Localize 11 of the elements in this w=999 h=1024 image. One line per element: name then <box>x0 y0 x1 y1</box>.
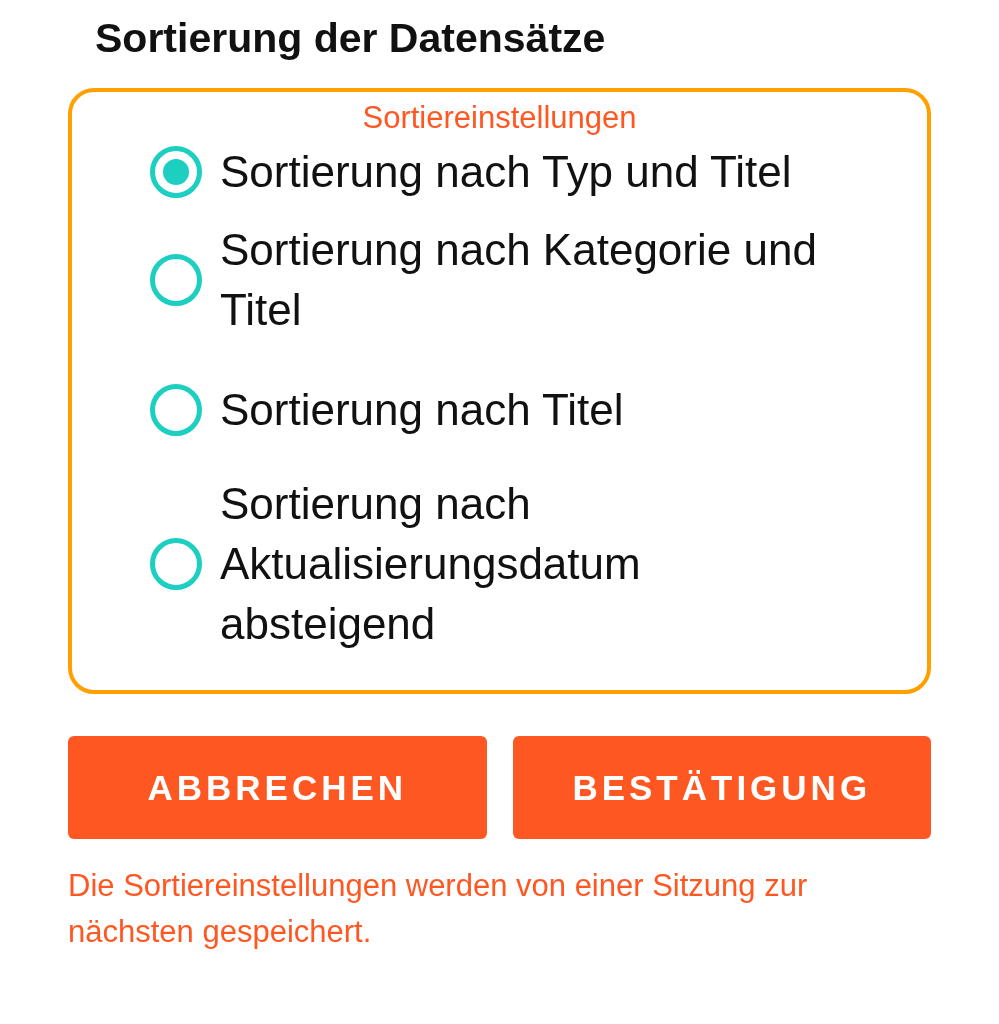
option-label[interactable]: Sortierung nach Typ und Titel <box>220 142 820 202</box>
group-legend: Sortiereinstellungen <box>72 98 927 138</box>
radio-button[interactable] <box>150 384 202 436</box>
option-label[interactable]: Sortierung nach Kategorie und Titel <box>220 220 820 340</box>
radio-button[interactable] <box>150 538 202 590</box>
dialog-title: Sortierung der Datensätze <box>95 14 607 63</box>
radio-button[interactable] <box>150 146 202 198</box>
info-text: Die Sortiereinstellungen werden von einer Sitzung zur nächsten gespeichert. <box>68 867 809 951</box>
radio-button[interactable] <box>150 254 202 306</box>
option-label[interactable]: Sortierung nach Aktualisierungsdatum absteigend <box>220 474 820 654</box>
option-label[interactable]: Sortierung nach Titel <box>220 380 820 440</box>
